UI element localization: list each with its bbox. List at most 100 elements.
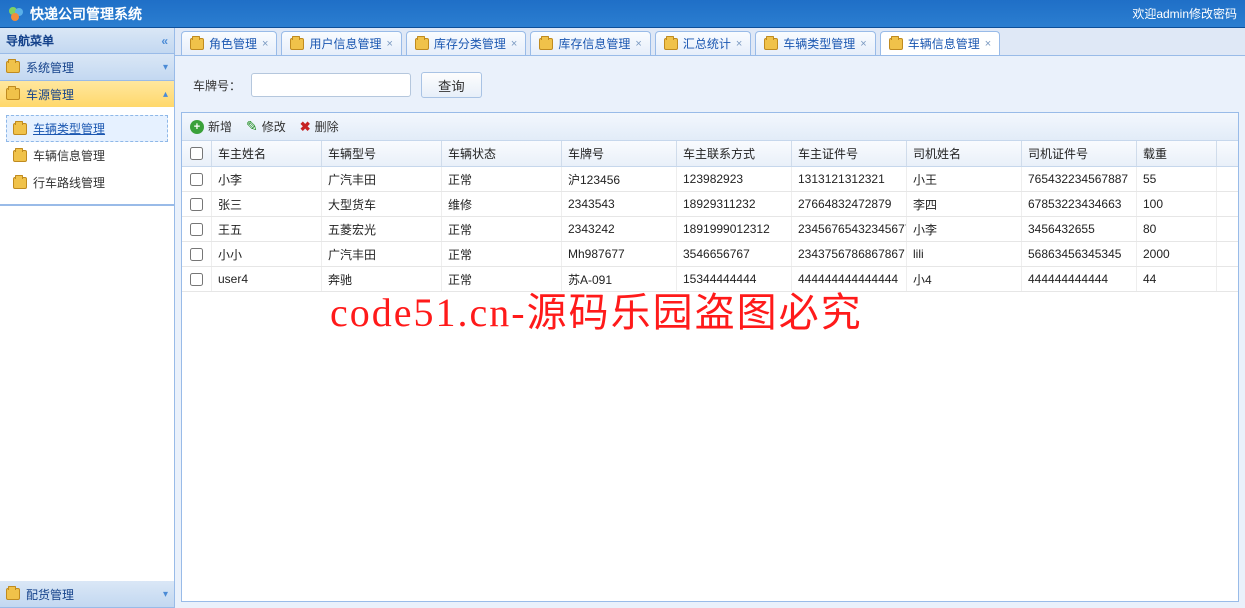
table-row[interactable]: 小小广汽丰田正常Mh987677354665676723437567868678…: [182, 242, 1238, 267]
col-contact[interactable]: 车主联系方式: [677, 141, 792, 166]
cell: 55: [1137, 167, 1217, 191]
tab-summary[interactable]: 汇总统计×: [655, 31, 751, 55]
cell: 67853223434663: [1022, 192, 1137, 216]
folder-icon: [664, 38, 678, 50]
cell: Mh987677: [562, 242, 677, 266]
cell: 100: [1137, 192, 1217, 216]
folder-icon: [6, 88, 20, 100]
accordion-dispatch[interactable]: 配货管理 ▾: [0, 581, 174, 607]
cell: 小4: [907, 267, 1022, 291]
sidebar-item-vehicle-info[interactable]: 车辆信息管理: [6, 142, 168, 169]
folder-icon: [13, 177, 27, 189]
cell: 张三: [212, 192, 322, 216]
sidebar-item-vehicle-type[interactable]: 车辆类型管理: [6, 115, 168, 142]
col-driverid[interactable]: 司机证件号: [1022, 141, 1137, 166]
folder-icon: [6, 588, 20, 600]
grid-toolbar: +新增 ✎修改 ✖删除: [182, 113, 1238, 141]
table-row[interactable]: 张三大型货车维修23435431892931123227664832472879…: [182, 192, 1238, 217]
folder-icon: [764, 38, 778, 50]
cell: lili: [907, 242, 1022, 266]
cell: 444444444444: [1022, 267, 1137, 291]
col-driver[interactable]: 司机姓名: [907, 141, 1022, 166]
edit-button[interactable]: ✎修改: [246, 118, 286, 135]
grid: +新增 ✎修改 ✖删除 车主姓名 车辆型号 车辆状态 车牌号 车主联系方式 车主…: [181, 112, 1239, 602]
col-model[interactable]: 车辆型号: [322, 141, 442, 166]
table-row[interactable]: 王五五菱宏光正常23432421891999012312234567654323…: [182, 217, 1238, 242]
tab-stock-info[interactable]: 库存信息管理×: [530, 31, 650, 55]
close-icon[interactable]: ×: [386, 38, 392, 50]
sidebar-header: 导航菜单 «: [0, 28, 174, 54]
accordion-system[interactable]: 系统管理 ▾: [0, 54, 174, 80]
grid-body: 小李广汽丰田正常沪1234561239829231313121312321小王7…: [182, 167, 1238, 292]
cell: 18929311232: [677, 192, 792, 216]
row-checkbox[interactable]: [190, 223, 203, 236]
close-icon[interactable]: ×: [262, 38, 268, 50]
row-checkbox[interactable]: [190, 273, 203, 286]
close-icon[interactable]: ×: [511, 38, 517, 50]
cell: 444444444444444: [792, 267, 907, 291]
sidebar-title: 导航菜单: [6, 32, 54, 49]
tab-user[interactable]: 用户信息管理×: [281, 31, 401, 55]
tab-vehicle-info[interactable]: 车辆信息管理×: [880, 31, 1000, 55]
cell: 小王: [907, 167, 1022, 191]
chevron-down-icon: ▾: [163, 62, 168, 73]
folder-icon: [539, 38, 553, 50]
cell: 李四: [907, 192, 1022, 216]
content: 角色管理× 用户信息管理× 库存分类管理× 库存信息管理× 汇总统计× 车辆类型…: [175, 28, 1245, 608]
pencil-icon: ✎: [246, 118, 258, 135]
cell: 广汽丰田: [322, 242, 442, 266]
tab-role[interactable]: 角色管理×: [181, 31, 277, 55]
cell: 80: [1137, 217, 1217, 241]
welcome-text[interactable]: 欢迎admin修改密码: [1132, 5, 1237, 22]
cell: 王五: [212, 217, 322, 241]
row-checkbox[interactable]: [190, 198, 203, 211]
tabs-bar: 角色管理× 用户信息管理× 库存分类管理× 库存信息管理× 汇总统计× 车辆类型…: [175, 28, 1245, 56]
add-button[interactable]: +新增: [190, 118, 232, 135]
cell: 1313121312321: [792, 167, 907, 191]
cell: user4: [212, 267, 322, 291]
close-icon[interactable]: ×: [985, 38, 991, 50]
sidebar-item-route[interactable]: 行车路线管理: [6, 169, 168, 196]
tree-label: 车辆信息管理: [33, 147, 105, 164]
cell: 奔驰: [322, 267, 442, 291]
tab-vehicle-type[interactable]: 车辆类型管理×: [755, 31, 875, 55]
table-row[interactable]: user4奔驰正常苏A-0911534444444444444444444444…: [182, 267, 1238, 292]
cell: 2343242: [562, 217, 677, 241]
delete-icon: ✖: [300, 119, 311, 135]
table-row[interactable]: 小李广汽丰田正常沪1234561239829231313121312321小王7…: [182, 167, 1238, 192]
row-checkbox[interactable]: [190, 173, 203, 186]
cell: 2343756786867867: [792, 242, 907, 266]
cell: 正常: [442, 167, 562, 191]
tab-stock-cat[interactable]: 库存分类管理×: [406, 31, 526, 55]
search-label: 车牌号：: [193, 77, 241, 94]
col-owner[interactable]: 车主姓名: [212, 141, 322, 166]
topbar: 快递公司管理系统 欢迎admin修改密码: [0, 0, 1245, 28]
col-load[interactable]: 载重: [1137, 141, 1217, 166]
delete-button[interactable]: ✖删除: [300, 118, 339, 135]
col-status[interactable]: 车辆状态: [442, 141, 562, 166]
cell: 小小: [212, 242, 322, 266]
cell: 56863456345345: [1022, 242, 1137, 266]
cell: 123982923: [677, 167, 792, 191]
folder-icon: [6, 61, 20, 73]
chevron-up-icon: ▴: [163, 89, 168, 100]
close-icon[interactable]: ×: [635, 38, 641, 50]
cell: 小李: [907, 217, 1022, 241]
sidebar: 导航菜单 « 系统管理 ▾ 车源管理 ▴ 车辆类型管理 车辆信息管理 行车路线管…: [0, 28, 175, 608]
plate-input[interactable]: [251, 73, 411, 97]
folder-icon: [13, 123, 27, 135]
col-plate[interactable]: 车牌号: [562, 141, 677, 166]
app-title: 快递公司管理系统: [30, 4, 142, 24]
row-checkbox[interactable]: [190, 248, 203, 261]
cell: 沪123456: [562, 167, 677, 191]
select-all-checkbox[interactable]: [190, 147, 203, 160]
close-icon[interactable]: ×: [736, 38, 742, 50]
accordion-label: 车源管理: [26, 86, 74, 103]
accordion-vehicle[interactable]: 车源管理 ▴: [0, 81, 174, 107]
collapse-icon[interactable]: «: [161, 34, 168, 48]
col-ownerid[interactable]: 车主证件号: [792, 141, 907, 166]
cell: 3546656767: [677, 242, 792, 266]
close-icon[interactable]: ×: [860, 38, 866, 50]
plus-icon: +: [190, 120, 204, 134]
search-button[interactable]: 查询: [421, 72, 482, 98]
